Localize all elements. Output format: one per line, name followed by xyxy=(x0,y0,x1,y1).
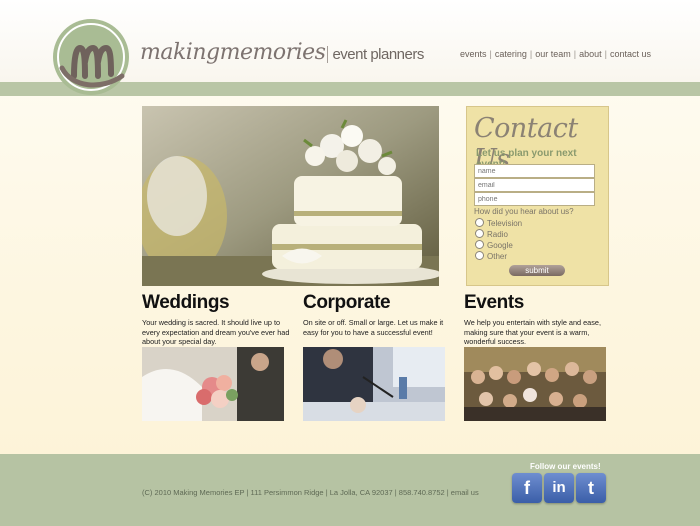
phone-field[interactable] xyxy=(474,192,595,206)
section-events: Events We help you entertain with style … xyxy=(464,292,614,347)
brand-name: makingmemories xyxy=(140,40,326,65)
name-field[interactable] xyxy=(474,164,595,178)
section-text: On site or off. Small or large. Let us m… xyxy=(303,318,444,337)
twitter-icon[interactable]: t xyxy=(576,473,606,503)
section-text: Your wedding is sacred. It should live u… xyxy=(142,318,290,347)
brand-tagline: event planners xyxy=(327,46,424,63)
nav-catering[interactable]: catering xyxy=(495,49,527,59)
brand-wordmark[interactable]: makingmemories event planners xyxy=(140,40,424,65)
logo-icon[interactable] xyxy=(52,18,130,96)
radio-icon[interactable] xyxy=(475,240,484,249)
submit-button[interactable]: submit xyxy=(509,265,565,276)
radio-icon[interactable] xyxy=(475,218,484,227)
section-corporate: Corporate On site or off. Small or large… xyxy=(303,292,453,337)
main-nav: events | catering | our team | about | contact u… xyxy=(460,49,652,59)
weddings-thumbnail[interactable] xyxy=(142,347,284,421)
linkedin-icon[interactable]: in xyxy=(544,473,574,503)
email-field[interactable] xyxy=(474,178,595,192)
corporate-thumbnail[interactable] xyxy=(303,347,445,421)
referral-question: How did you hear about us? xyxy=(474,207,574,216)
option-google[interactable]: Google xyxy=(475,240,513,250)
facebook-icon[interactable]: f xyxy=(512,473,542,503)
radio-icon[interactable] xyxy=(475,251,484,260)
option-radio[interactable]: Radio xyxy=(475,229,508,239)
section-title[interactable]: Corporate xyxy=(303,292,453,314)
contact-form: Contact Us Let us plan your next event! … xyxy=(466,106,609,286)
nav-our-team[interactable]: our team xyxy=(535,49,571,59)
nav-events[interactable]: events xyxy=(460,49,487,59)
radio-icon[interactable] xyxy=(475,229,484,238)
option-other[interactable]: Other xyxy=(475,251,507,261)
section-weddings: Weddings Your wedding is sacred. It shou… xyxy=(142,292,292,347)
events-thumbnail[interactable] xyxy=(464,347,606,421)
nav-about[interactable]: about xyxy=(579,49,602,59)
section-text: We help you entertain with style and eas… xyxy=(464,318,601,347)
nav-contact-us[interactable]: contact us xyxy=(610,49,651,59)
footer-copyright[interactable]: (C) 2010 Making Memories EP | 111 Persim… xyxy=(142,488,479,497)
follow-label: Follow our events! xyxy=(530,462,601,471)
section-title[interactable]: Events xyxy=(464,292,614,314)
option-television[interactable]: Television xyxy=(475,218,522,228)
section-title[interactable]: Weddings xyxy=(142,292,292,314)
hero-image-wedding-cake xyxy=(142,106,439,286)
